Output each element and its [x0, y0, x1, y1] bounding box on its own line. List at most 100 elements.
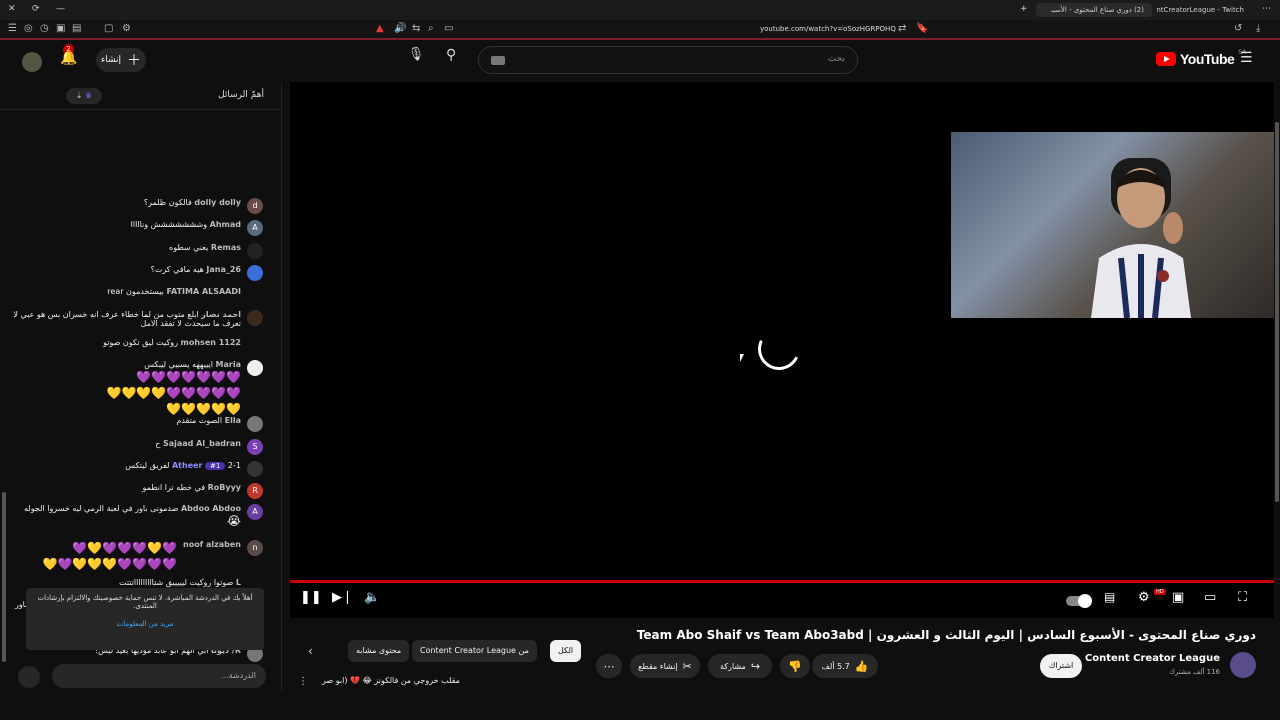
- chat-author-name[interactable]: L: [236, 578, 241, 587]
- chip-all[interactable]: الكل: [550, 640, 582, 662]
- hamburger-menu-icon[interactable]: ☰: [1240, 50, 1253, 66]
- chat-author-avatar[interactable]: A: [247, 504, 263, 520]
- chat-author-avatar[interactable]: [247, 287, 263, 303]
- chat-author-name[interactable]: احمد نصار: [201, 310, 241, 319]
- page-scrollbar[interactable]: [1274, 82, 1280, 692]
- new-tab-icon[interactable]: +: [1020, 4, 1028, 14]
- chat-notice-link[interactable]: مزيد من المعلومات: [34, 620, 256, 628]
- chat-author-avatar[interactable]: [247, 338, 263, 354]
- theater-mode-icon[interactable]: ▭: [1204, 590, 1216, 605]
- channel-name[interactable]: Content Creator League: [1085, 653, 1220, 664]
- chat-author-name[interactable]: Ahmad: [210, 220, 241, 229]
- chat-message[interactable]: S Sajaad Al_badran ح: [155, 439, 263, 455]
- chat-author-name[interactable]: Sajaad Al_badran: [163, 439, 241, 448]
- window-icon[interactable]: ▣: [56, 23, 65, 34]
- search-input[interactable]: بحث: [478, 46, 858, 74]
- chat-author-name[interactable]: Abdoo Abdoo: [181, 504, 241, 513]
- chat-message[interactable]: A Abdoo Abdoo صدمونى باور في لعبة الرمي ل…: [24, 504, 263, 529]
- settings-icon[interactable]: ⚙: [1138, 590, 1150, 605]
- download-icon[interactable]: ⤓: [1256, 23, 1260, 34]
- chat-author-avatar[interactable]: d: [247, 198, 263, 214]
- like-button[interactable]: 👍 5.7 ألف: [812, 654, 878, 678]
- avatar[interactable]: [22, 52, 42, 72]
- create-button[interactable]: إنشاء ＋: [96, 48, 146, 72]
- microphone-icon[interactable]: 🎙: [404, 47, 428, 71]
- chat-author-name[interactable]: Ella: [225, 416, 241, 425]
- chat-author-name[interactable]: Maria: [216, 360, 241, 369]
- chat-message[interactable]: احمد نصار ابلع متوب من لما خطاء عرف انه …: [13, 310, 263, 328]
- chat-author-avatar[interactable]: [247, 360, 263, 376]
- share-page-icon[interactable]: ⇄: [898, 23, 906, 34]
- chat-message[interactable]: mohsen 1122 روكيت ليق تكون صوتو: [103, 338, 263, 354]
- chat-filter-button[interactable]: ⇣ ♛: [66, 88, 102, 104]
- chat-author-name[interactable]: Remas: [211, 243, 241, 252]
- chat-author-avatar[interactable]: [247, 243, 263, 259]
- channel-avatar[interactable]: [1230, 652, 1256, 678]
- chat-author-name[interactable]: FATIMA ALSAADI: [166, 287, 241, 296]
- overflow-icon[interactable]: ⋯: [1262, 4, 1271, 14]
- chat-message[interactable]: Jana_26 هيه مافي كرت؟: [151, 265, 263, 281]
- chat-message[interactable]: Atheer #1 2-1 لفريق ليتكس: [125, 461, 263, 477]
- chat-message[interactable]: d dolly dolly فالكون ظلمر؟: [144, 198, 263, 214]
- chat-author-name[interactable]: Atheer: [172, 461, 203, 470]
- tabs-icon[interactable]: ▢: [104, 23, 113, 34]
- chat-message[interactable]: Remas يعني سطوه: [169, 243, 263, 259]
- more-actions-button[interactable]: ⋯: [596, 654, 622, 678]
- chip-similar[interactable]: محتوى مشابه: [348, 640, 410, 662]
- recommendation-title[interactable]: مقلب خروجي من فالكونز 😂 💔 (ابو صر: [322, 676, 460, 685]
- fullscreen-icon[interactable]: ⛶: [1238, 590, 1247, 605]
- progress-bar[interactable]: [290, 580, 1274, 583]
- chat-author-avatar[interactable]: [247, 416, 263, 432]
- chip-from-channel[interactable]: من Content Creator League: [412, 640, 537, 662]
- chat-message[interactable]: Ella الصوت متقدم: [176, 416, 263, 432]
- reload-icon[interactable]: ⟳: [32, 4, 40, 14]
- chat-message[interactable]: n noof alzaben 💜💛💜💜💜💛💜 💛💜💛💛💛💜💜💜💜: [43, 540, 263, 572]
- share-button[interactable]: ↪ مشاركة: [708, 654, 772, 678]
- chat-author-avatar[interactable]: [247, 461, 263, 477]
- url-field[interactable]: youtube.com/watch?v=oSozHGRPOHQ: [760, 25, 896, 33]
- bell-icon[interactable]: 🔔: [60, 50, 77, 66]
- shield-icon[interactable]: ◎: [24, 23, 33, 34]
- screen-icon[interactable]: ▭: [444, 23, 453, 34]
- kebab-menu-icon[interactable]: ⋮: [298, 676, 308, 687]
- miniplayer-icon[interactable]: ▣: [1172, 590, 1184, 605]
- extensions-icon[interactable]: ⚙: [122, 23, 131, 34]
- close-window-icon[interactable]: ✕: [8, 4, 16, 14]
- video-player[interactable]: ❚❚ ▶❘ 🔈 ▤ ⚙ HD ▣ ▭ ⛶: [290, 82, 1274, 618]
- chat-author-avatar[interactable]: A: [247, 220, 263, 236]
- search-icon[interactable]: ⚲: [446, 47, 456, 63]
- chat-input[interactable]: الدردشة...: [52, 664, 266, 688]
- dislike-button[interactable]: 👎: [780, 654, 810, 678]
- tab-youtube[interactable]: (2) دوري صناع المحتوى - الأسبـ: [1036, 3, 1152, 17]
- chat-author-avatar[interactable]: R: [247, 483, 263, 499]
- chat-author-avatar[interactable]: n: [247, 540, 263, 556]
- volume-icon[interactable]: 🔈: [364, 590, 380, 605]
- chat-author-name[interactable]: noof alzaben: [183, 540, 241, 572]
- sidebar-icon[interactable]: ☰: [8, 23, 17, 34]
- subtitles-icon[interactable]: ▤: [1104, 590, 1115, 604]
- bookmark-icon[interactable]: 🔖: [916, 23, 928, 34]
- zoom-icon[interactable]: ⌕: [428, 23, 434, 34]
- autoplay-toggle[interactable]: [1066, 594, 1092, 608]
- chat-message[interactable]: Maria ايييههه يسبيي ليبكس 💜💜💜💜💜💜💜 💛💛💛💛💜💜💜💜…: [107, 360, 263, 417]
- minimize-icon[interactable]: —: [56, 4, 65, 14]
- subscribe-button[interactable]: اشتراك: [1040, 654, 1082, 678]
- youtube-logo[interactable]: YouTube SA: [1156, 49, 1246, 67]
- translate-icon[interactable]: ⇆: [412, 23, 420, 34]
- pause-icon[interactable]: ❚❚: [300, 590, 322, 605]
- chat-author-name[interactable]: RoByyy: [208, 483, 241, 492]
- chat-title[interactable]: أهمّ الرسائل: [218, 90, 264, 100]
- chat-message[interactable]: A Ahmad وششششششش ونااااا: [131, 220, 263, 236]
- chat-author-name[interactable]: mohsen 1122: [181, 338, 241, 347]
- chat-message[interactable]: FATIMA ALSAADI بيستخدمون rear: [107, 287, 263, 303]
- chat-author-name[interactable]: Jana_26: [206, 265, 241, 274]
- keyboard-icon[interactable]: [491, 56, 505, 65]
- history-icon[interactable]: ◷: [40, 23, 49, 34]
- audio-icon[interactable]: 🔊: [394, 23, 406, 34]
- chat-author-name[interactable]: dolly dolly: [194, 198, 241, 207]
- tab-twitch[interactable]: ContentCreatorLeague - Twitch: [1156, 3, 1252, 17]
- chat-author-avatar[interactable]: [247, 310, 263, 326]
- chat-author-avatar[interactable]: S: [247, 439, 263, 455]
- chat-message[interactable]: R RoByyy في خطه ترا انطمو: [142, 483, 263, 499]
- clip-button[interactable]: ✂ إنشاء مقطع: [630, 654, 700, 678]
